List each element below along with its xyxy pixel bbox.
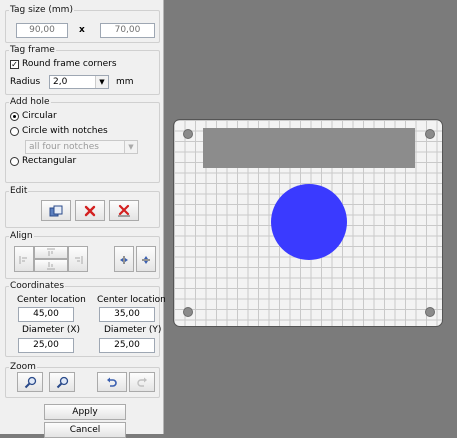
- text-area-block[interactable]: [203, 128, 415, 168]
- tag-height-input[interactable]: 70,00: [100, 23, 155, 38]
- radius-unit: mm: [116, 77, 134, 87]
- circular-hole-shape[interactable]: [271, 184, 347, 260]
- zoom-in-icon: [24, 376, 36, 389]
- center-vertical-button[interactable]: [136, 246, 156, 272]
- align-legend: Align: [10, 231, 33, 241]
- round-corners-checkbox[interactable]: ✓: [10, 60, 19, 69]
- redo-button[interactable]: [129, 372, 155, 392]
- radius-value: 2,0: [53, 77, 68, 87]
- delete-all-icon: [118, 204, 130, 217]
- align-right-icon: [75, 256, 83, 264]
- align-top-button[interactable]: [34, 246, 68, 259]
- tag-preview[interactable]: [173, 119, 443, 327]
- cancel-button[interactable]: Cancel: [44, 422, 126, 438]
- center-x-label: Center location: [17, 295, 86, 305]
- corner-hole-top-right: [425, 129, 435, 139]
- edit-legend: Edit: [10, 186, 28, 196]
- align-right-button[interactable]: [68, 246, 88, 272]
- chevron-down-icon: ▼: [124, 141, 137, 153]
- center-x-input[interactable]: 45,00: [18, 307, 74, 322]
- notches-value: all four notches: [29, 142, 99, 152]
- rectangular-radio[interactable]: [10, 157, 19, 166]
- center-y-label: Center location: [97, 295, 166, 305]
- paste-button[interactable]: [41, 200, 71, 221]
- zoom-out-button[interactable]: [49, 372, 75, 392]
- delete-icon: [84, 205, 96, 217]
- tag-frame-legend: Tag frame: [10, 45, 55, 55]
- coordinates-legend: Coordinates: [10, 281, 65, 291]
- circle-notches-label: Circle with notches: [22, 126, 108, 136]
- diameter-y-label: Diameter (Y): [104, 325, 162, 335]
- zoom-legend: Zoom: [10, 362, 36, 372]
- redo-icon: [137, 377, 147, 387]
- apply-label: Apply: [72, 407, 98, 417]
- delete-button[interactable]: [75, 200, 105, 221]
- center-horizontal-button[interactable]: [114, 246, 134, 272]
- corner-hole-bottom-right: [425, 307, 435, 317]
- corner-hole-top-left: [183, 129, 193, 139]
- circular-label: Circular: [22, 111, 57, 121]
- notches-select[interactable]: all four notches ▼: [25, 140, 138, 154]
- tag-size-legend: Tag size (mm): [10, 5, 73, 15]
- tag-width-input[interactable]: 90,00: [16, 23, 68, 38]
- diameter-y-input[interactable]: 25,00: [99, 338, 155, 353]
- add-hole-legend: Add hole: [10, 97, 50, 107]
- undo-icon: [107, 377, 117, 387]
- delete-all-button[interactable]: [109, 200, 139, 221]
- radius-select[interactable]: 2,0 ▼: [49, 75, 109, 89]
- diameter-x-input[interactable]: 25,00: [18, 338, 74, 353]
- size-separator: x: [79, 25, 85, 35]
- align-left-icon: [19, 256, 27, 264]
- align-top-icon: [47, 248, 55, 256]
- corner-hole-bottom-left: [183, 307, 193, 317]
- zoom-out-icon: [56, 376, 68, 389]
- center-horizontal-icon: [120, 256, 128, 264]
- zoom-in-button[interactable]: [17, 372, 43, 392]
- chevron-down-icon: ▼: [95, 76, 108, 88]
- paste-icon: [49, 205, 63, 217]
- apply-button[interactable]: Apply: [44, 404, 126, 420]
- circular-radio[interactable]: [10, 112, 19, 121]
- align-bottom-icon: [47, 262, 55, 270]
- diameter-x-label: Diameter (X): [22, 325, 81, 335]
- undo-button[interactable]: [97, 372, 127, 392]
- center-y-input[interactable]: 35,00: [99, 307, 155, 322]
- radius-label: Radius: [10, 77, 41, 87]
- round-corners-label: Round frame corners: [22, 59, 117, 69]
- center-vertical-icon: [142, 256, 150, 264]
- circle-notches-radio[interactable]: [10, 127, 19, 136]
- rectangular-label: Rectangular: [22, 156, 77, 166]
- align-left-button[interactable]: [14, 246, 34, 272]
- settings-panel: Tag size (mm) 90,00 x 70,00 Tag frame ✓ …: [0, 0, 166, 438]
- align-bottom-button[interactable]: [34, 259, 68, 272]
